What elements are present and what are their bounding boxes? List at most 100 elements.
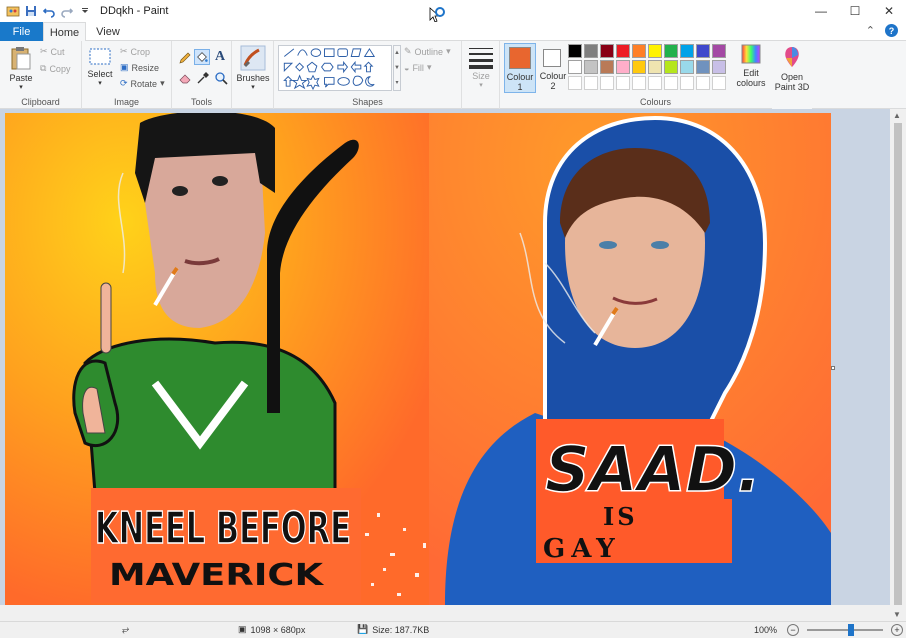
palette-swatch[interactable]	[712, 76, 726, 90]
palette-swatch[interactable]	[600, 44, 614, 58]
fill-icon[interactable]	[194, 49, 210, 65]
shapes-group-label: Shapes	[352, 97, 383, 107]
palette-swatch[interactable]	[568, 60, 582, 74]
save-icon[interactable]	[24, 4, 38, 18]
palette-swatch[interactable]	[664, 76, 678, 90]
palette-swatch[interactable]	[696, 76, 710, 90]
zoom-slider[interactable]	[807, 624, 884, 636]
edit-colours-label: Edit	[743, 68, 759, 78]
palette-swatch[interactable]	[584, 44, 598, 58]
colour2-swatch	[543, 49, 561, 67]
resize-button[interactable]: ▣ Resize	[120, 62, 159, 73]
scroll-down-icon[interactable]: ▼	[893, 610, 901, 619]
palette-swatch[interactable]	[632, 60, 646, 74]
colour2-label: Colour	[539, 71, 567, 81]
canvas-resize-handle[interactable]	[831, 366, 835, 370]
maximize-button[interactable]: ☐	[838, 0, 872, 22]
open-paint3d-button[interactable]: Open Paint 3D	[774, 45, 810, 92]
magnifier-icon[interactable]	[214, 71, 228, 85]
palette-swatch[interactable]	[648, 76, 662, 90]
palette-swatch[interactable]	[632, 44, 646, 58]
cursor-position: ⥂	[122, 624, 129, 635]
palette-swatch[interactable]	[648, 60, 662, 74]
palette-swatch[interactable]	[712, 60, 726, 74]
customize-qat-icon[interactable]	[78, 4, 92, 18]
palette-swatch[interactable]	[664, 44, 678, 58]
palette-swatch[interactable]	[680, 76, 694, 90]
tab-file[interactable]: File	[0, 22, 43, 41]
palette-swatch[interactable]	[616, 60, 630, 74]
colour2-button[interactable]: Colour 2	[538, 43, 568, 93]
palette-swatch[interactable]	[616, 44, 630, 58]
colour-palette	[568, 44, 738, 94]
select-icon	[89, 48, 111, 65]
collapse-ribbon-icon[interactable]: ⌃	[866, 24, 875, 37]
rotate-icon: ⟳	[120, 78, 128, 88]
palette-swatch[interactable]	[568, 44, 582, 58]
brushes-button[interactable]: Brushes ▾	[236, 45, 270, 91]
colour1-button[interactable]: Colour 1	[504, 43, 536, 93]
minimize-button[interactable]: —	[804, 0, 838, 22]
outline-button[interactable]: ✎ Outline ▾	[404, 46, 451, 57]
left-subtitle-text: MAVERICK	[109, 558, 325, 593]
palette-swatch[interactable]	[712, 44, 726, 58]
crop-button[interactable]: ✂ Crop	[120, 46, 150, 57]
palette-swatch[interactable]	[632, 76, 646, 90]
size-label: Size	[472, 71, 490, 81]
status-bar: ⥂ ▣ 1098 × 680px 💾 Size: 187.7KB 100% − …	[0, 621, 906, 638]
palette-swatch[interactable]	[680, 44, 694, 58]
palette-swatch[interactable]	[600, 60, 614, 74]
size-button[interactable]: Size ▾	[466, 45, 496, 89]
shapes-gallery[interactable]	[278, 45, 392, 91]
drawing-canvas[interactable]: SAAD. IS GAY KNEEL BEFORE MAVERICK	[5, 113, 831, 605]
colours-group-label: Colours	[639, 97, 671, 107]
undo-icon[interactable]	[42, 4, 56, 18]
vertical-scrollbar[interactable]: ▲ ▼	[890, 109, 906, 621]
palette-swatch[interactable]	[584, 60, 598, 74]
scroll-up-icon[interactable]: ▲	[893, 111, 901, 120]
zoom-level: 100%	[754, 625, 778, 635]
paint-app-icon	[6, 6, 20, 17]
paint3d-icon	[785, 47, 799, 67]
palette-swatch[interactable]	[584, 76, 598, 90]
select-button[interactable]: Select ▾	[86, 47, 114, 87]
zoom-out-button[interactable]: −	[787, 624, 800, 636]
chevron-down-icon: ▾	[19, 84, 23, 91]
close-button[interactable]: ✕	[872, 0, 906, 22]
palette-swatch[interactable]	[600, 76, 614, 90]
cut-label: Cut	[50, 46, 65, 57]
tab-view[interactable]: View	[88, 22, 128, 41]
palette-swatch[interactable]	[568, 76, 582, 90]
paste-label: Paste	[9, 73, 33, 83]
scissors-icon: ✂	[40, 46, 48, 56]
colours-group: Colour 1 Colour 2 Edit colours Colours	[500, 41, 812, 109]
rotate-button[interactable]: ⟳ Rotate ▾	[120, 78, 165, 89]
zoom-slider-thumb[interactable]	[848, 624, 855, 636]
paint3d-label-2: Paint 3D	[774, 82, 810, 92]
redo-icon[interactable]	[60, 4, 74, 18]
edit-colours-button[interactable]: Edit colours	[733, 43, 769, 88]
dimensions-icon: ▣	[238, 624, 247, 634]
eraser-icon[interactable]	[178, 71, 192, 85]
palette-swatch[interactable]	[648, 44, 662, 58]
cut-button[interactable]: ✂ Cut	[40, 46, 65, 57]
paste-button[interactable]: Paste ▾	[6, 45, 36, 91]
help-icon[interactable]: ?	[885, 24, 898, 37]
zoom-in-button[interactable]: +	[891, 624, 904, 636]
edit-colours-icon	[741, 44, 761, 64]
palette-swatch[interactable]	[616, 76, 630, 90]
shapes-scroll[interactable]: ▲ ▼ ▾	[393, 45, 401, 91]
rotate-label: Rotate	[130, 78, 158, 89]
vertical-scroll-thumb[interactable]	[894, 123, 902, 605]
copy-button[interactable]: ⧉ Copy	[40, 63, 70, 74]
tab-home[interactable]: Home	[43, 22, 86, 42]
palette-swatch[interactable]	[664, 60, 678, 74]
palette-swatch[interactable]	[696, 60, 710, 74]
palette-swatch[interactable]	[696, 44, 710, 58]
text-icon[interactable]: A	[215, 49, 225, 65]
fill-button[interactable]: ◒ Fill ▾	[404, 62, 431, 73]
horizontal-scrollbar[interactable]	[0, 605, 890, 621]
pencil-icon[interactable]	[178, 51, 192, 65]
palette-swatch[interactable]	[680, 60, 694, 74]
color-picker-icon[interactable]	[196, 71, 210, 85]
